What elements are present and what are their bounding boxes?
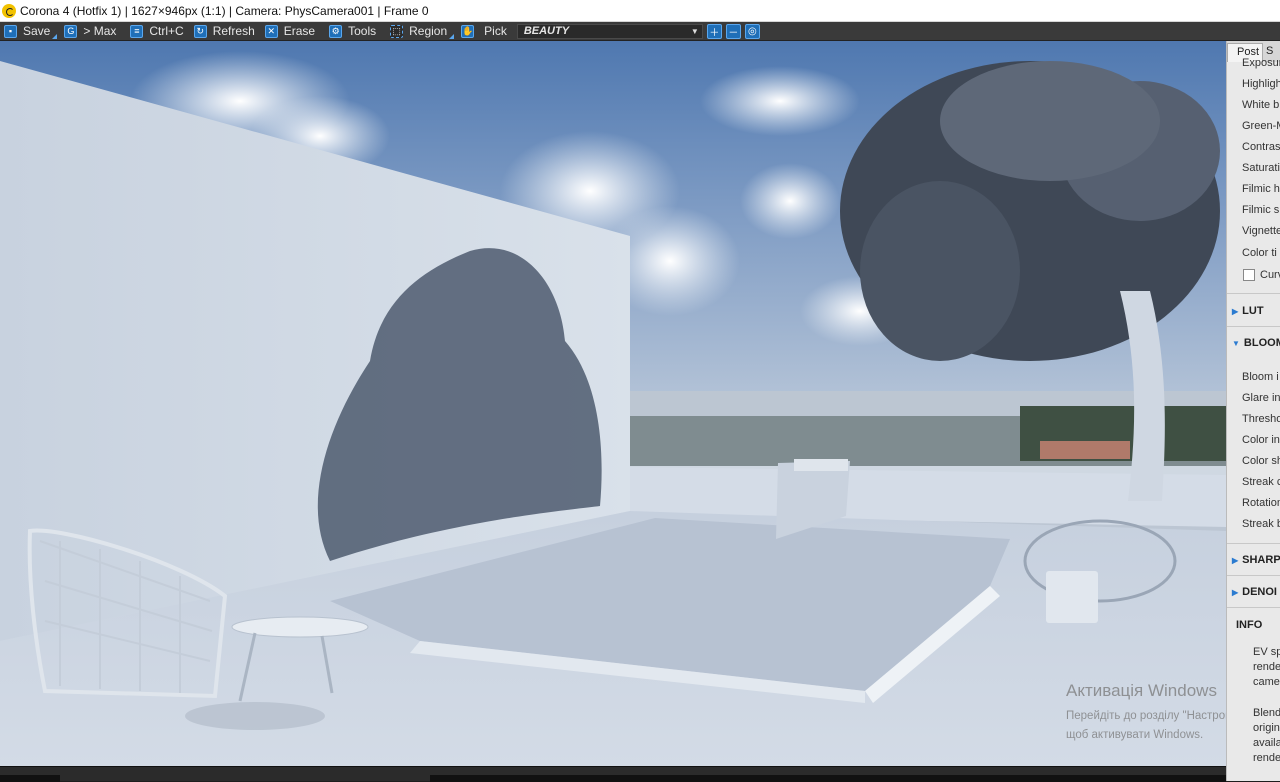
- max-icon: G: [64, 24, 78, 38]
- lut-section-header[interactable]: ▶ LUT: [1232, 305, 1264, 317]
- curves-label: Curv: [1260, 269, 1280, 281]
- rotation-row[interactable]: Rotation: [1242, 497, 1280, 509]
- curves-checkbox[interactable]: [1243, 269, 1255, 281]
- refresh-icon: ↻: [193, 24, 207, 38]
- save-button[interactable]: ▪ Save: [0, 23, 58, 40]
- erase-button[interactable]: ✕ Erase: [261, 23, 319, 40]
- vfb-toolbar: ▪ Save G > Max ≡ Ctrl+C ↻ Refresh ✕ Eras…: [0, 22, 1280, 41]
- window-title: Corona 4 (Hotfix 1) | 1627×946px (1:1) |…: [20, 3, 429, 18]
- expand-arrow-icon: ▶: [1232, 306, 1239, 316]
- divider: [1227, 607, 1280, 608]
- rendered-image: [0, 41, 1226, 766]
- highlight-compression-row[interactable]: Highligh: [1242, 78, 1280, 90]
- divider: [1227, 543, 1280, 544]
- streak-blur-row[interactable]: Streak b: [1242, 518, 1280, 530]
- tools-label: Tools: [348, 24, 377, 38]
- bottom-scroll-strip: [0, 766, 1226, 782]
- bloom-label: BLOOM: [1243, 337, 1280, 349]
- pick-label: Pick: [484, 24, 507, 38]
- zoom-in-icon[interactable]: ＋: [706, 23, 722, 39]
- save-label: Save: [23, 24, 51, 38]
- zoom-fit-icon[interactable]: ◎: [744, 23, 760, 39]
- bloom-intensity-row[interactable]: Bloom i: [1242, 371, 1279, 383]
- threshold-row[interactable]: Thresho: [1242, 413, 1280, 425]
- corona-logo-icon: [2, 3, 16, 18]
- divider: [1227, 293, 1280, 294]
- save-options-corner-icon[interactable]: [52, 33, 58, 39]
- info-label: INFO: [1236, 619, 1263, 631]
- expand-arrow-icon: ▶: [1232, 587, 1239, 597]
- info-line: available: [1253, 737, 1280, 749]
- refresh-label: Refresh: [212, 24, 255, 38]
- refresh-button[interactable]: ↻ Refresh: [190, 23, 259, 40]
- glare-intensity-row[interactable]: Glare in: [1242, 392, 1280, 404]
- max-label: > Max: [83, 24, 117, 38]
- streak-count-row[interactable]: Streak c: [1242, 476, 1280, 488]
- region-icon: ⬚: [390, 24, 404, 38]
- info-section-header: INFO: [1236, 619, 1262, 631]
- info-line: rendering: [1253, 752, 1280, 764]
- saturation-row[interactable]: Saturati: [1242, 162, 1280, 174]
- region-label: Region: [409, 24, 448, 38]
- collapse-arrow-icon: ▼: [1232, 338, 1240, 348]
- region-button[interactable]: ⬚ Region: [386, 23, 455, 40]
- erase-label: Erase: [283, 24, 316, 38]
- render-element-select[interactable]: BEAUTY ▼: [516, 23, 703, 39]
- save-icon: ▪: [4, 24, 17, 38]
- color-intensity-row[interactable]: Color in: [1242, 434, 1280, 446]
- copy-icon: ≡: [130, 24, 144, 38]
- max-button[interactable]: G > Max: [60, 23, 120, 40]
- tools-button[interactable]: ⚙ Tools: [325, 23, 380, 40]
- exposure-row[interactable]: Exposur: [1242, 57, 1280, 69]
- post-panel: Post S Exposur Highligh White b Green-M …: [1226, 41, 1280, 781]
- info-line: EV spinn: [1253, 646, 1280, 658]
- denoise-section-header[interactable]: ▶ DENOI: [1232, 586, 1277, 598]
- info-line: render us: [1253, 661, 1280, 673]
- divider: [1227, 326, 1280, 327]
- white-balance-row[interactable]: White b: [1242, 99, 1279, 111]
- dropdown-arrow-icon: ▼: [690, 26, 699, 36]
- pick-hand-icon: ✋: [461, 24, 475, 38]
- filmic-shadows-row[interactable]: Filmic s: [1242, 204, 1279, 216]
- info-line: Blending: [1253, 707, 1280, 719]
- filmic-highlights-row[interactable]: Filmic h: [1242, 183, 1280, 195]
- denoise-label: DENOI: [1242, 586, 1277, 598]
- bloom-section-header[interactable]: ▼ BLOOM: [1232, 337, 1280, 349]
- sharpen-label: SHARP: [1242, 554, 1280, 566]
- pick-button[interactable]: ✋ Pick: [457, 23, 511, 40]
- divider: [1227, 575, 1280, 576]
- lut-label: LUT: [1242, 305, 1264, 317]
- vignette-row[interactable]: Vignette: [1242, 225, 1280, 237]
- erase-icon: ✕: [264, 24, 278, 38]
- green-magenta-row[interactable]: Green-M: [1242, 120, 1280, 132]
- info-line: original v: [1253, 722, 1280, 734]
- window-title-bar: Corona 4 (Hotfix 1) | 1627×946px (1:1) |…: [0, 0, 1280, 22]
- expand-arrow-icon: ▶: [1232, 555, 1239, 565]
- contrast-row[interactable]: Contras: [1242, 141, 1280, 153]
- sharpen-section-header[interactable]: ▶ SHARP: [1232, 554, 1280, 566]
- gear-icon: ⚙: [329, 24, 343, 38]
- info-line: camera r: [1253, 676, 1280, 688]
- render-viewport[interactable]: [0, 41, 1226, 766]
- render-element-value: BEAUTY: [523, 25, 570, 37]
- copy-button[interactable]: ≡ Ctrl+C: [126, 23, 187, 40]
- region-options-corner-icon[interactable]: [449, 33, 455, 39]
- color-shift-row[interactable]: Color sh: [1242, 455, 1280, 467]
- color-tint-row[interactable]: Color ti: [1242, 247, 1277, 259]
- copy-label: Ctrl+C: [149, 24, 184, 38]
- zoom-out-icon[interactable]: －: [725, 23, 741, 39]
